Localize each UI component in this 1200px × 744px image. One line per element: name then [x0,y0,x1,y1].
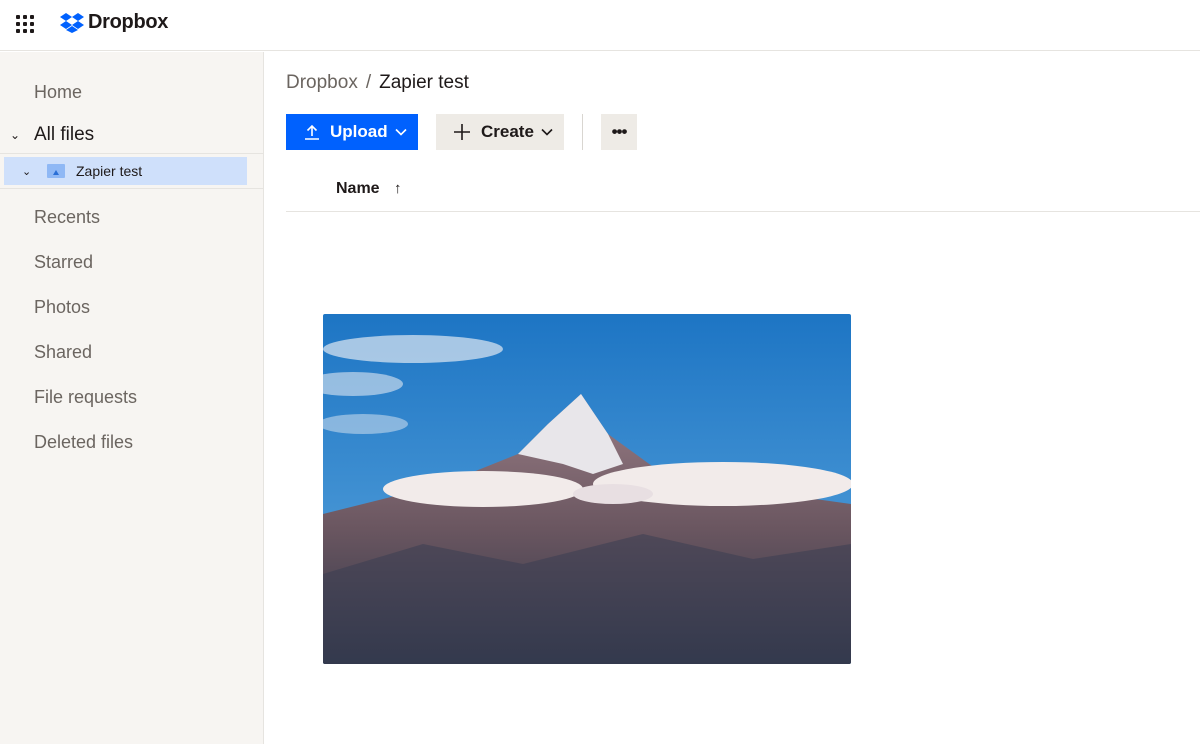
upload-button[interactable]: Upload [286,114,418,150]
column-name-label: Name [336,180,380,197]
more-icon: ••• [611,122,628,141]
app-grid-icon[interactable] [16,15,34,33]
divider [0,153,264,154]
breadcrumb-separator: / [365,72,372,93]
upload-icon [305,124,319,140]
create-label: Create [481,122,534,141]
divider [0,188,264,189]
chevron-down-icon[interactable]: ⌄ [10,128,34,142]
tree-item-label: Zapier test [76,163,143,179]
top-bar: Dropbox [0,0,1200,51]
dropbox-logo-icon [60,12,84,33]
sidebar-item-all-files[interactable]: ⌄ All files [10,124,94,146]
sort-ascending-icon[interactable]: ↑ [394,180,402,197]
more-options-button[interactable]: ••• [601,114,637,150]
breadcrumb: Dropbox / Zapier test [286,72,469,94]
sidebar-item-home[interactable]: Home [34,82,82,103]
sidebar-item-recents[interactable]: Recents [34,207,100,228]
sidebar-item-photos[interactable]: Photos [34,297,90,318]
photo-folder-icon [47,164,65,178]
column-header-name[interactable]: Name ↑ [336,180,402,198]
divider [582,114,583,150]
sidebar-item-label: All files [34,124,95,145]
upload-label: Upload [330,122,388,141]
create-button[interactable]: Create [436,114,564,150]
dropbox-logo[interactable]: Dropbox [60,11,168,34]
brand-name: Dropbox [88,11,169,33]
breadcrumb-root[interactable]: Dropbox [286,72,358,93]
sidebar-item-deleted-files[interactable]: Deleted files [34,432,133,453]
divider [286,211,1200,212]
sidebar-item-shared[interactable]: Shared [34,342,92,363]
image-thumbnail-mountain[interactable] [323,314,851,664]
sidebar-item-starred[interactable]: Starred [34,252,93,273]
tree-item-zapier-test[interactable]: ⌄ Zapier test [4,157,247,185]
plus-icon [454,124,470,140]
sidebar: Home ⌄ All files ⌄ Zapier test Recents S… [0,52,264,744]
mountain-photo [323,314,851,664]
breadcrumb-current: Zapier test [379,72,469,93]
chevron-down-icon[interactable]: ⌄ [22,165,40,178]
chevron-down-icon [395,128,407,136]
sidebar-item-file-requests[interactable]: File requests [34,387,137,408]
chevron-down-icon [541,128,553,136]
